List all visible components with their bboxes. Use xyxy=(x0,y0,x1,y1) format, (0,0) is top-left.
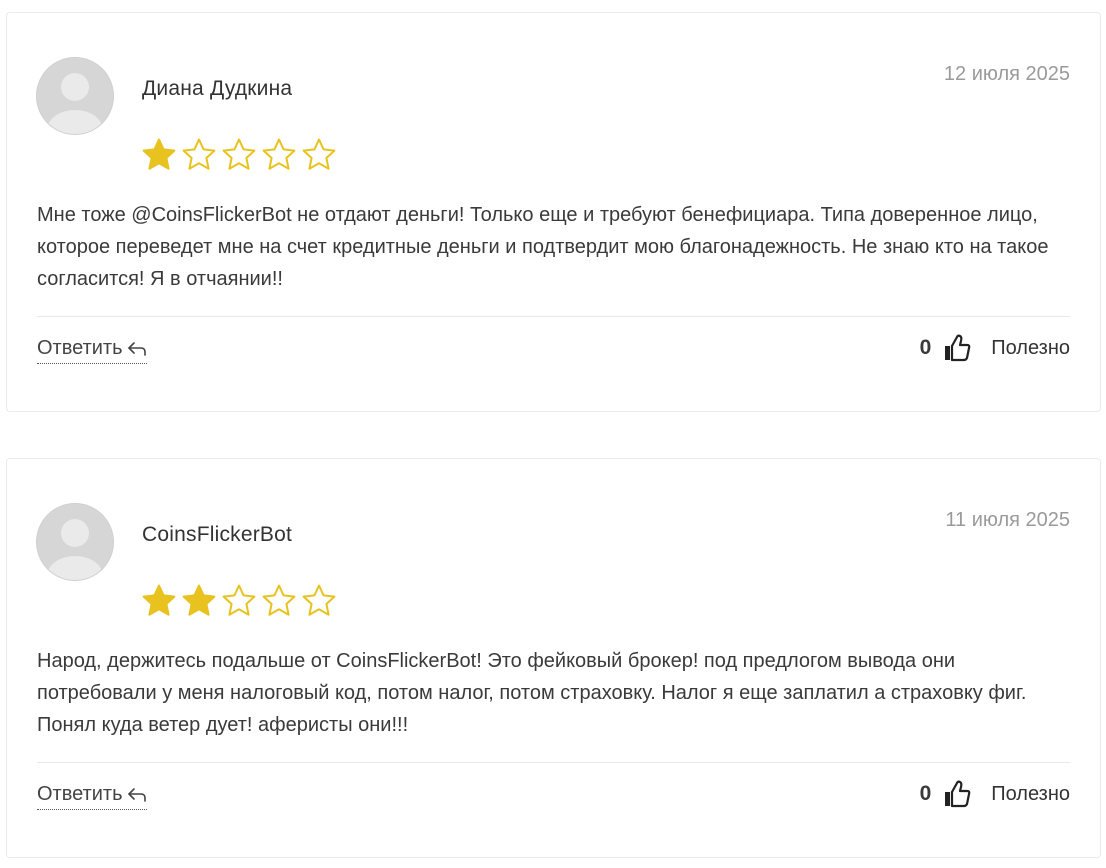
review-text: Мне тоже @CoinsFlickerBot не отдают день… xyxy=(37,204,1049,290)
useful-widget: 0 Полезно xyxy=(920,779,1070,809)
star-outline-icon xyxy=(181,137,217,173)
useful-label: Полезно xyxy=(991,782,1070,805)
star-outline-icon xyxy=(301,583,337,619)
thumbs-up-icon[interactable] xyxy=(943,333,971,363)
star-outline-icon xyxy=(261,137,297,173)
useful-count: 0 xyxy=(919,782,932,805)
star-filled-icon xyxy=(141,583,177,619)
reply-arrow-icon xyxy=(127,341,147,357)
divider xyxy=(37,316,1070,317)
star-filled-icon xyxy=(141,137,177,173)
reply-button[interactable]: Ответить xyxy=(37,783,147,810)
review-card: Диана Дудкина 12 июля 2025 Мне тоже @Coi… xyxy=(6,12,1101,412)
star-outline-icon xyxy=(301,137,337,173)
review-date: 11 июля 2025 xyxy=(945,509,1070,531)
review-text: Народ, держитесь подальше от CoinsFlicke… xyxy=(37,650,1027,736)
star-outline-icon xyxy=(261,583,297,619)
reply-label: Ответить xyxy=(37,783,123,805)
review-author: Диана Дудкина xyxy=(142,77,293,100)
useful-label: Полезно xyxy=(991,336,1070,359)
useful-widget: 0 Полезно xyxy=(920,333,1070,363)
rating-stars xyxy=(141,583,337,619)
avatar xyxy=(37,58,113,134)
divider xyxy=(37,762,1070,763)
review-date: 12 июля 2025 xyxy=(943,63,1070,85)
thumbs-up-icon[interactable] xyxy=(943,779,971,809)
reply-arrow-icon xyxy=(127,787,147,803)
review-author: CoinsFlickerBot xyxy=(142,523,293,546)
review-card: CoinsFlickerBot 11 июля 2025 Народ, держ… xyxy=(6,458,1101,858)
reply-label: Ответить xyxy=(37,337,123,359)
star-outline-icon xyxy=(221,583,257,619)
reviews-list: Диана Дудкина 12 июля 2025 Мне тоже @Coi… xyxy=(0,0,1106,868)
reply-button[interactable]: Ответить xyxy=(37,337,147,364)
useful-count: 0 xyxy=(919,336,932,359)
avatar xyxy=(37,504,113,580)
star-filled-icon xyxy=(181,583,217,619)
star-outline-icon xyxy=(221,137,257,173)
rating-stars xyxy=(141,137,337,173)
